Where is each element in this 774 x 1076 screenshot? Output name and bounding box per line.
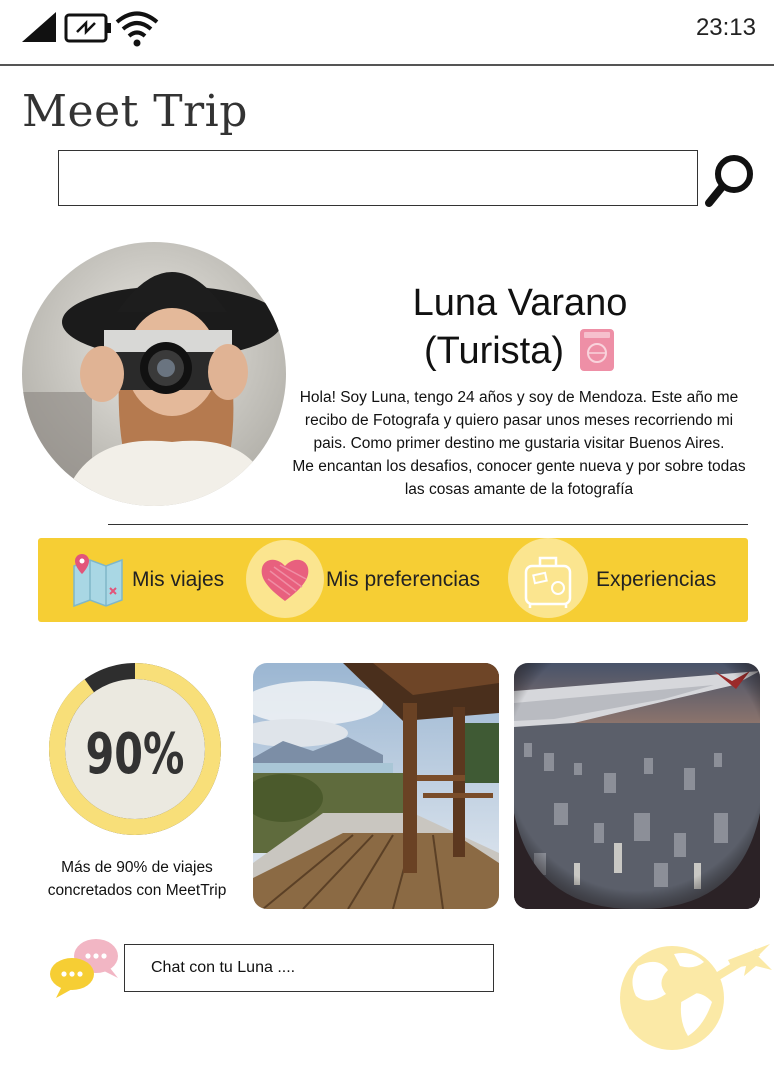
profile-nav-bar: Mis viajes Mis preferencias Experiencias: [38, 538, 748, 622]
profile-avatar: [22, 242, 286, 506]
tab-mis-preferencias[interactable]: Mis preferencias: [256, 538, 480, 622]
map-icon: [73, 554, 123, 608]
travel-photo-airplane[interactable]: [514, 663, 760, 909]
photo-airplane-image: [514, 663, 760, 909]
chat-bubbles-icon: [50, 939, 118, 998]
gauge-value: 90%: [85, 722, 184, 788]
passport-icon: [580, 329, 614, 371]
bio-paragraph: Me encantan los desafios, conocer gente …: [292, 458, 746, 498]
photo-deck-image: [253, 663, 499, 909]
profile-bio: Hola! Soy Luna, tengo 24 años y soy de M…: [288, 386, 750, 501]
signal-icon: [22, 12, 56, 42]
tab-mis-viajes[interactable]: Mis viajes: [68, 538, 224, 622]
globe-plane-logo: [620, 944, 772, 1050]
chat-input[interactable]: [125, 945, 493, 991]
search-bar[interactable]: [58, 150, 698, 206]
search-input[interactable]: [59, 151, 697, 205]
status-bar: 23:13: [0, 0, 774, 66]
tab-label: Mis preferencias: [326, 568, 481, 591]
profile-role: (Turista): [424, 330, 565, 372]
profile-name: Luna Varano: [412, 282, 628, 324]
tab-experiencias[interactable]: Experiencias: [516, 538, 716, 622]
search-button[interactable]: [702, 150, 758, 210]
app-title: Meet Trip: [22, 86, 248, 137]
tab-label: Mis viajes: [132, 568, 225, 591]
profile-divider: [108, 524, 748, 525]
tab-label: Experiencias: [596, 568, 717, 591]
suitcase-icon: [524, 556, 572, 608]
trips-completed-text: Más de 90% de viajes concretados con Mee…: [47, 859, 227, 899]
battery-charging-icon: [64, 13, 111, 43]
wifi-icon: [115, 11, 159, 47]
trips-completed-gauge: 90%: [49, 663, 221, 835]
chat-box[interactable]: [124, 944, 494, 992]
avatar-photo: [22, 242, 286, 506]
search-icon: [705, 155, 753, 207]
bio-paragraph: Hola! Soy Luna, tengo 24 años y soy de M…: [299, 389, 739, 452]
travel-photo-deck[interactable]: [253, 663, 499, 909]
status-time: 23:13: [695, 14, 756, 41]
heart-icon: [261, 559, 309, 601]
